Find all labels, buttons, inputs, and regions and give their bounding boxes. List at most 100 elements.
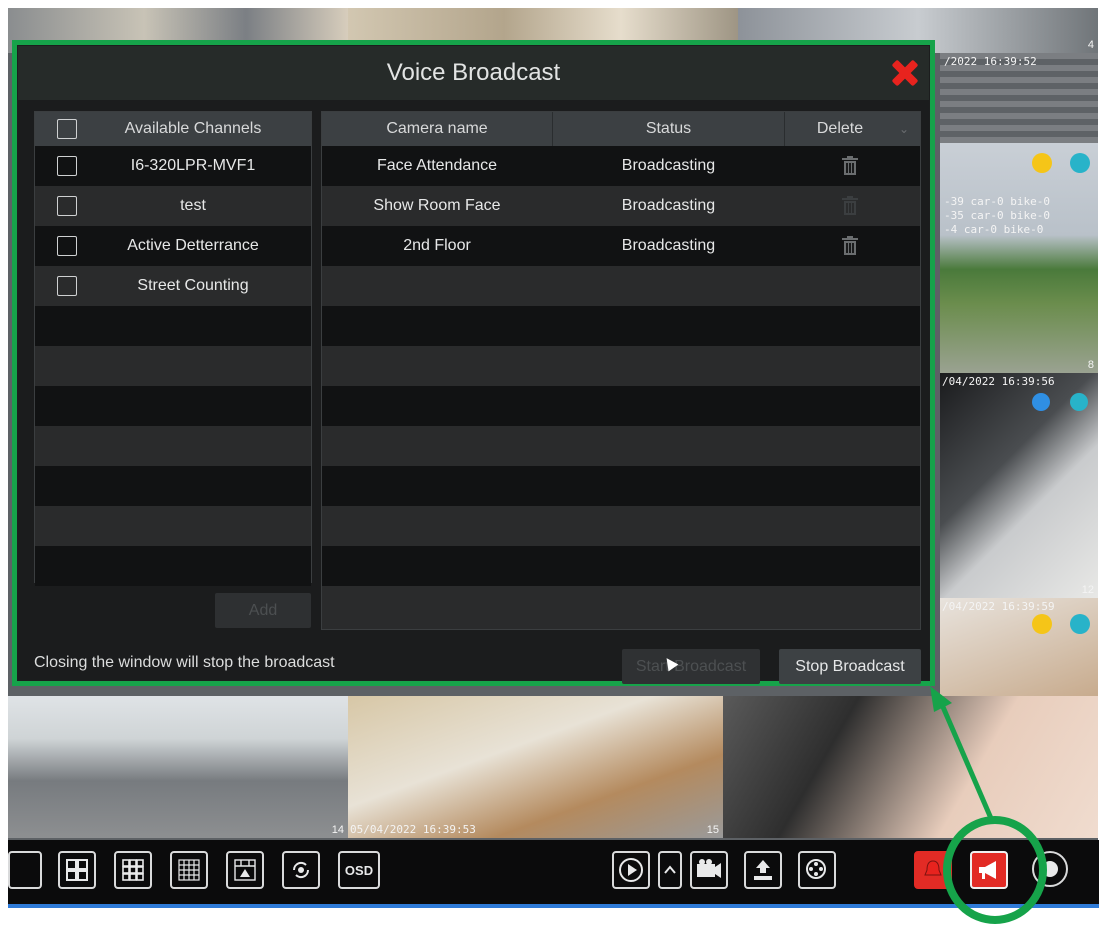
table-row[interactable]: Show Room Face Broadcasting xyxy=(322,186,920,226)
empty-row xyxy=(322,546,920,586)
chevron-up-icon[interactable] xyxy=(658,851,682,889)
yellow-dot-icon xyxy=(1032,153,1052,173)
channel-name: Active Detterrance xyxy=(127,237,259,254)
empty-row xyxy=(322,466,920,506)
list-item[interactable]: I6-320LPR-MVF1 xyxy=(35,146,311,186)
tile-number: 12 xyxy=(1081,584,1094,596)
camera-timestamp: 05/04/2022 16:39:53 xyxy=(350,823,476,836)
playback-icon[interactable] xyxy=(612,851,650,889)
empty-row xyxy=(35,346,311,386)
camera-tile: /04/2022 16:39:56 12 xyxy=(940,373,1098,598)
blue-dot-icon xyxy=(1032,393,1050,411)
video-reel-icon[interactable] xyxy=(798,851,836,889)
channel-name: I6-320LPR-MVF1 xyxy=(130,157,256,174)
camera-name: Show Room Face xyxy=(373,197,501,214)
available-channels-header: Available Channels xyxy=(35,112,311,146)
list-item[interactable]: Active Detterrance xyxy=(35,226,311,266)
dialog-title: Voice Broadcast xyxy=(18,46,929,100)
record-icon[interactable] xyxy=(690,851,728,889)
camera-tile: 14 xyxy=(8,696,348,838)
column-header-camera: Camera name xyxy=(386,120,488,137)
camera-name: 2nd Floor xyxy=(403,237,471,254)
tile-number: 15 xyxy=(706,824,719,836)
channel-checkbox[interactable] xyxy=(57,156,77,176)
count-overlay: -39 car-0 bike-0 xyxy=(944,195,1050,208)
layout-4-icon[interactable] xyxy=(58,851,96,889)
tile-number: 14 xyxy=(331,824,344,836)
start-broadcast-button[interactable]: Start Broadcast xyxy=(622,649,760,684)
camera-name: Face Attendance xyxy=(376,157,498,174)
layout-16-icon[interactable] xyxy=(170,851,208,889)
close-icon[interactable] xyxy=(890,58,920,88)
megaphone-icon[interactable] xyxy=(970,851,1008,889)
empty-row xyxy=(322,386,920,426)
camera-tile xyxy=(723,696,1098,838)
backup-icon[interactable] xyxy=(744,851,782,889)
empty-row xyxy=(35,386,311,426)
camera-timestamp: /04/2022 16:39:56 xyxy=(942,375,1055,388)
broadcast-status: Broadcasting xyxy=(621,157,716,174)
available-channels-label: Available Channels xyxy=(124,120,262,137)
trash-icon[interactable] xyxy=(842,156,858,176)
channel-checkbox[interactable] xyxy=(57,236,77,256)
add-button[interactable]: Add xyxy=(215,593,311,628)
tile-number: 4 xyxy=(1087,39,1094,51)
table-row[interactable]: Face Attendance Broadcasting xyxy=(322,146,920,186)
channel-name: test xyxy=(180,197,206,214)
select-all-checkbox[interactable] xyxy=(57,119,77,139)
trash-icon[interactable] xyxy=(842,236,858,256)
empty-row xyxy=(322,426,920,466)
alarm-bell-icon[interactable] xyxy=(914,851,952,889)
person-status-icon xyxy=(1070,393,1088,411)
yellow-dot-icon xyxy=(1032,614,1052,634)
empty-row xyxy=(35,506,311,546)
info-icon[interactable] xyxy=(1032,851,1068,887)
broadcast-warning-text: Closing the window will stop the broadca… xyxy=(34,654,335,671)
trash-icon[interactable] xyxy=(842,196,858,216)
voice-broadcast-dialog: Voice Broadcast Available Channels I6-32… xyxy=(18,46,929,684)
broadcast-status: Broadcasting xyxy=(621,237,716,254)
channel-checkbox[interactable] xyxy=(57,196,77,216)
table-row[interactable]: 2nd Floor Broadcasting xyxy=(322,226,920,266)
camera-tile: 05/04/2022 16:39:53 15 xyxy=(348,696,723,838)
tile-number: 8 xyxy=(1087,359,1094,371)
empty-row xyxy=(35,546,311,586)
list-item[interactable]: Street Counting xyxy=(35,266,311,306)
empty-row xyxy=(35,426,311,466)
broadcast-table: Camera name Status Delete ⌄ Face Attenda… xyxy=(321,111,921,630)
empty-row xyxy=(322,306,920,346)
list-item[interactable]: test xyxy=(35,186,311,226)
chevron-down-icon[interactable]: ⌄ xyxy=(894,112,914,146)
osd-button[interactable]: OSD xyxy=(338,851,380,889)
sequence-icon[interactable] xyxy=(282,851,320,889)
available-channels-panel: Available Channels I6-320LPR-MVF1 test A… xyxy=(34,111,312,586)
count-overlay: -4 car-0 bike-0 xyxy=(944,223,1044,236)
custom-layout-icon[interactable] xyxy=(226,851,264,889)
empty-row xyxy=(35,466,311,506)
camera-tile: /2022 16:39:52 xyxy=(940,53,1098,143)
count-overlay: -35 car-0 bike-0 xyxy=(944,209,1050,222)
broadcast-status: Broadcasting xyxy=(621,197,716,214)
empty-row xyxy=(35,306,311,346)
camera-timestamp: /2022 16:39:52 xyxy=(944,55,1037,68)
column-header-delete: Delete xyxy=(816,120,864,137)
available-channels-list: I6-320LPR-MVF1 test Active Detterrance S… xyxy=(35,146,311,586)
person-status-icon xyxy=(1070,153,1090,173)
column-header-status: Status xyxy=(645,120,692,137)
broadcast-rows: Face Attendance Broadcasting Show Room F… xyxy=(322,146,920,629)
channel-name: Street Counting xyxy=(137,277,249,294)
layout-1-icon[interactable] xyxy=(8,851,42,889)
bottom-toolbar: OSD xyxy=(8,840,1099,904)
stop-broadcast-button[interactable]: Stop Broadcast xyxy=(779,649,921,684)
empty-row xyxy=(322,586,920,629)
channel-checkbox[interactable] xyxy=(57,276,77,296)
camera-tile: -39 car-0 bike-0 -35 car-0 bike-0 -4 car… xyxy=(940,143,1098,373)
empty-row xyxy=(322,346,920,386)
layout-9-icon[interactable] xyxy=(114,851,152,889)
person-status-icon xyxy=(1070,614,1090,634)
empty-row xyxy=(322,266,920,306)
broadcast-table-header: Camera name Status Delete ⌄ xyxy=(322,112,920,146)
camera-timestamp: /04/2022 16:39:59 xyxy=(942,600,1055,613)
empty-row xyxy=(322,506,920,546)
toolbar-accent-line xyxy=(8,904,1099,908)
